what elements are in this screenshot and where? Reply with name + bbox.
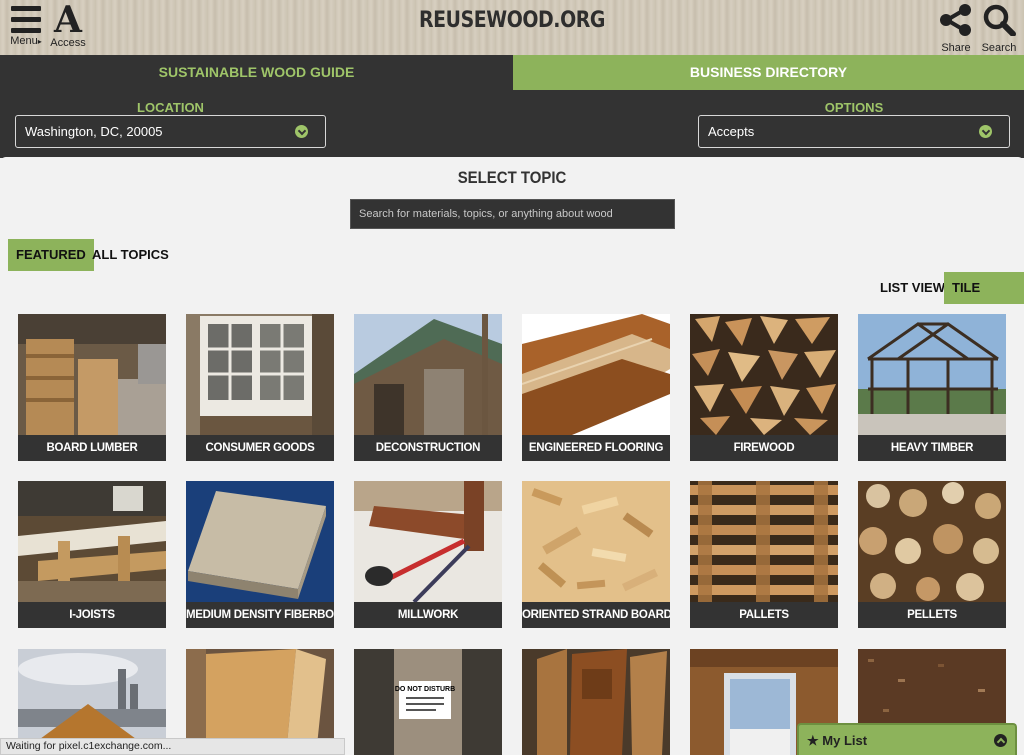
topic-tile-row3-4[interactable] [522, 649, 670, 755]
topic-tile-pellets[interactable]: PELLETS [858, 481, 1006, 628]
filter-all-topics-button[interactable]: ALL TOPICS [84, 239, 177, 271]
topic-tile-consumer-goods[interactable]: CONSUMER GOODS [186, 314, 334, 461]
browser-status-bar: Waiting for pixel.c1exchange.com... [0, 738, 345, 755]
options-label: OPTIONS [824, 100, 884, 115]
topic-tile-osb[interactable]: ORIENTED STRAND BOARD (OSB) [522, 481, 670, 628]
heavy-timber-image [858, 314, 1006, 435]
list-view-button[interactable]: LIST VIEW [872, 272, 953, 304]
topic-tile-i-joists[interactable]: I-JOISTS [18, 481, 166, 628]
options-value: Accepts [708, 124, 755, 139]
location-select[interactable]: Washington, DC, 20005 [15, 115, 326, 148]
tree-sign-image: DO NOT DISTURB [354, 649, 502, 755]
tile-caption: MILLWORK [354, 602, 502, 628]
tile-caption: FIREWOOD [690, 435, 838, 461]
topic-tile-mdf[interactable]: MEDIUM DENSITY FIBERBOARD (M [186, 481, 334, 628]
star-icon: ★ [807, 733, 819, 748]
location-label: LOCATION [137, 100, 204, 115]
board-lumber-image [18, 314, 166, 435]
tile-caption: I-JOISTS [18, 602, 166, 628]
tile-caption: DECONSTRUCTION [354, 435, 502, 461]
site-header: Menu▸ A Access REUSEWOOD.ORG Share Searc… [0, 0, 1024, 55]
engineered-flooring-image [522, 314, 670, 435]
options-select[interactable]: Accepts [698, 115, 1010, 148]
pallets-image [690, 481, 838, 602]
tab-sustainable-wood-guide[interactable]: SUSTAINABLE WOOD GUIDE [0, 55, 513, 90]
search-icon [983, 4, 1016, 37]
topic-tile-row3-3[interactable]: DO NOT DISTURB [354, 649, 502, 755]
mdf-image [186, 481, 334, 602]
tile-caption: PELLETS [858, 602, 1006, 628]
millwork-image [354, 481, 502, 602]
topic-tile-board-lumber[interactable]: BOARD LUMBER [18, 314, 166, 461]
my-list-button[interactable]: ★ My List [797, 723, 1017, 755]
site-title[interactable]: REUSEWOOD.ORG [72, 8, 953, 33]
search-input[interactable] [350, 199, 675, 229]
hamburger-icon [9, 4, 43, 34]
menu-label: Menu▸ [10, 35, 42, 47]
i-joists-image [18, 481, 166, 602]
osb-image [522, 481, 670, 602]
share-icon [940, 4, 971, 36]
topic-tile-heavy-timber[interactable]: HEAVY TIMBER [858, 314, 1006, 461]
deconstruction-image [354, 314, 502, 435]
tile-caption: CONSUMER GOODS [186, 435, 334, 461]
chevron-up-icon [994, 734, 1007, 747]
search-button[interactable]: Search [978, 4, 1020, 54]
topic-tile-pallets[interactable]: PALLETS [690, 481, 838, 628]
tile-view-button[interactable]: TILE VIEW [944, 272, 1024, 327]
tile-caption: HEAVY TIMBER [858, 435, 1006, 461]
doors-image [522, 649, 670, 755]
pellets-image [858, 481, 1006, 602]
share-label: Share [941, 42, 971, 54]
filter-featured-button[interactable]: FEATURED [8, 239, 94, 271]
topic-tile-firewood[interactable]: FIREWOOD [690, 314, 838, 461]
chevron-down-icon [295, 125, 308, 138]
tile-caption: ENGINEERED FLOORING [522, 435, 670, 461]
topic-tile-millwork[interactable]: MILLWORK [354, 481, 502, 628]
topic-tile-deconstruction[interactable]: DECONSTRUCTION [354, 314, 502, 461]
tile-caption: MEDIUM DENSITY FIBERBOARD (M [186, 602, 334, 628]
search-label: Search [981, 42, 1017, 54]
firewood-image [690, 314, 838, 435]
chevron-down-icon [979, 125, 992, 138]
access-label: Access [50, 37, 86, 49]
navigation-band: SUSTAINABLE WOOD GUIDE BUSINESS DIRECTOR… [0, 55, 1024, 158]
tile-caption: PALLETS [690, 602, 838, 628]
sign-text: DO NOT DISTURB [395, 686, 455, 693]
tile-caption: BOARD LUMBER [18, 435, 166, 461]
share-button[interactable]: Share [936, 4, 976, 54]
menu-button[interactable]: Menu▸ [6, 4, 46, 47]
tile-caption: ORIENTED STRAND BOARD (OSB) [522, 602, 670, 628]
topic-tile-engineered-flooring[interactable]: ENGINEERED FLOORING [522, 314, 670, 461]
my-list-label: ★ My List [807, 733, 868, 748]
location-value: Washington, DC, 20005 [25, 124, 163, 139]
page-title: SELECT TOPIC [457, 168, 567, 187]
consumer-goods-image [186, 314, 334, 435]
tab-business-directory[interactable]: BUSINESS DIRECTORY [513, 55, 1024, 90]
